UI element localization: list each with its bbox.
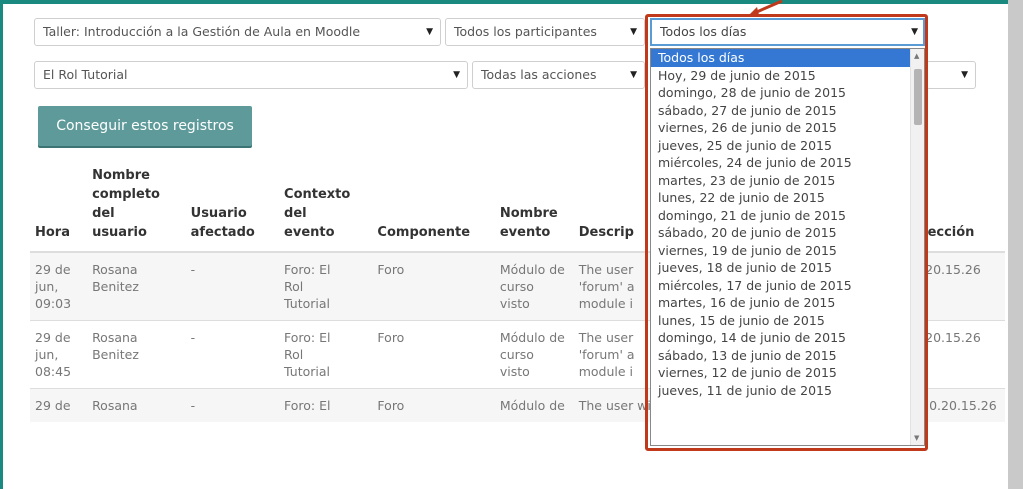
cell-evento-text: Módulo de curso visto: [499, 330, 565, 379]
cell-contexto-text: Foro: El Rol Tutorial: [284, 330, 331, 379]
cell-componente: Foro: [372, 251, 495, 321]
chevron-down-icon: ▼: [453, 70, 460, 80]
annotation-arrow-icon: [748, 0, 783, 16]
actions-select[interactable]: Todas las acciones ▼: [472, 61, 645, 89]
group-select[interactable]: El Rol Tutorial ▼: [34, 61, 468, 89]
participants-select-value: Todos los participantes: [454, 24, 597, 39]
participants-select[interactable]: Todos los participantes ▼: [445, 18, 645, 46]
course-select-value: Taller: Introducción a la Gestión de Aul…: [43, 24, 361, 39]
cell-evento: Módulo de curso visto: [494, 251, 574, 321]
cell-nombre-text: Rosana Benitez: [92, 330, 139, 362]
cell-contexto: Foro: El: [279, 388, 373, 422]
cell-hora: 29 de jun, 08:45: [30, 320, 88, 389]
cell-hora: 29 de: [30, 388, 88, 422]
cell-afectado: -: [185, 251, 280, 321]
col-header-componente: Componente: [372, 160, 495, 253]
cell-contexto: Foro: El Rol Tutorial: [279, 251, 373, 321]
chevron-down-icon: ▼: [961, 70, 968, 80]
cell-hora: 29 de jun, 09:03: [30, 251, 88, 321]
cell-direccion: 10.20.15.26: [916, 388, 1005, 422]
col-header-afectado: Usuario afectado: [185, 160, 280, 253]
cell-componente: Foro: [372, 388, 495, 422]
col-header-evento: Nombre evento: [494, 160, 574, 253]
cell-direccion: .20.15.26: [916, 320, 1005, 389]
cell-nombre-text: Rosana Benitez: [92, 262, 139, 294]
col-header-contexto: Contexto del evento: [279, 160, 373, 253]
cell-hora-text: 29 de jun, 08:45: [35, 330, 72, 379]
col-header-contexto-text: Contexto del evento: [284, 187, 351, 240]
chevron-down-icon: ▼: [630, 27, 637, 37]
chevron-down-icon: ▼: [426, 27, 433, 37]
course-select[interactable]: Taller: Introducción a la Gestión de Aul…: [34, 18, 441, 46]
cell-evento-text: Módulo de curso visto: [499, 262, 565, 311]
cell-contexto: Foro: El Rol Tutorial: [279, 320, 373, 389]
col-header-nombre: Nombre completo del usuario: [87, 160, 186, 253]
cell-componente: Foro: [372, 320, 495, 389]
highlight-box: [645, 14, 928, 451]
cell-contexto-text: Foro: El Rol Tutorial: [284, 262, 331, 311]
col-header-hora: Hora: [30, 160, 88, 253]
cell-afectado: -: [185, 388, 280, 422]
col-header-evento-text: Nombre evento: [499, 206, 558, 240]
origin-select[interactable]: ▼: [926, 61, 976, 89]
cell-nombre: Rosana Benitez: [87, 251, 186, 321]
cell-afectado: -: [185, 320, 280, 389]
cell-nombre: Rosana Benitez: [87, 320, 186, 389]
get-logs-button[interactable]: Conseguir estos registros: [38, 106, 252, 146]
actions-select-value: Todas las acciones: [481, 67, 597, 82]
cell-direccion: .20.15.26: [916, 251, 1005, 321]
outer-background: [1008, 0, 1023, 489]
group-select-value: El Rol Tutorial: [43, 67, 128, 82]
cell-nombre: Rosana: [87, 388, 186, 422]
cell-evento: Módulo de: [494, 388, 574, 422]
cell-hora-text: 29 de jun, 09:03: [35, 262, 72, 311]
cell-evento: Módulo de curso visto: [494, 320, 574, 389]
col-header-nombre-text: Nombre completo del usuario: [92, 168, 160, 240]
chevron-down-icon: ▼: [630, 70, 637, 80]
col-header-direccion: rección: [916, 160, 1005, 253]
col-header-afectado-text: Usuario afectado: [190, 206, 255, 240]
